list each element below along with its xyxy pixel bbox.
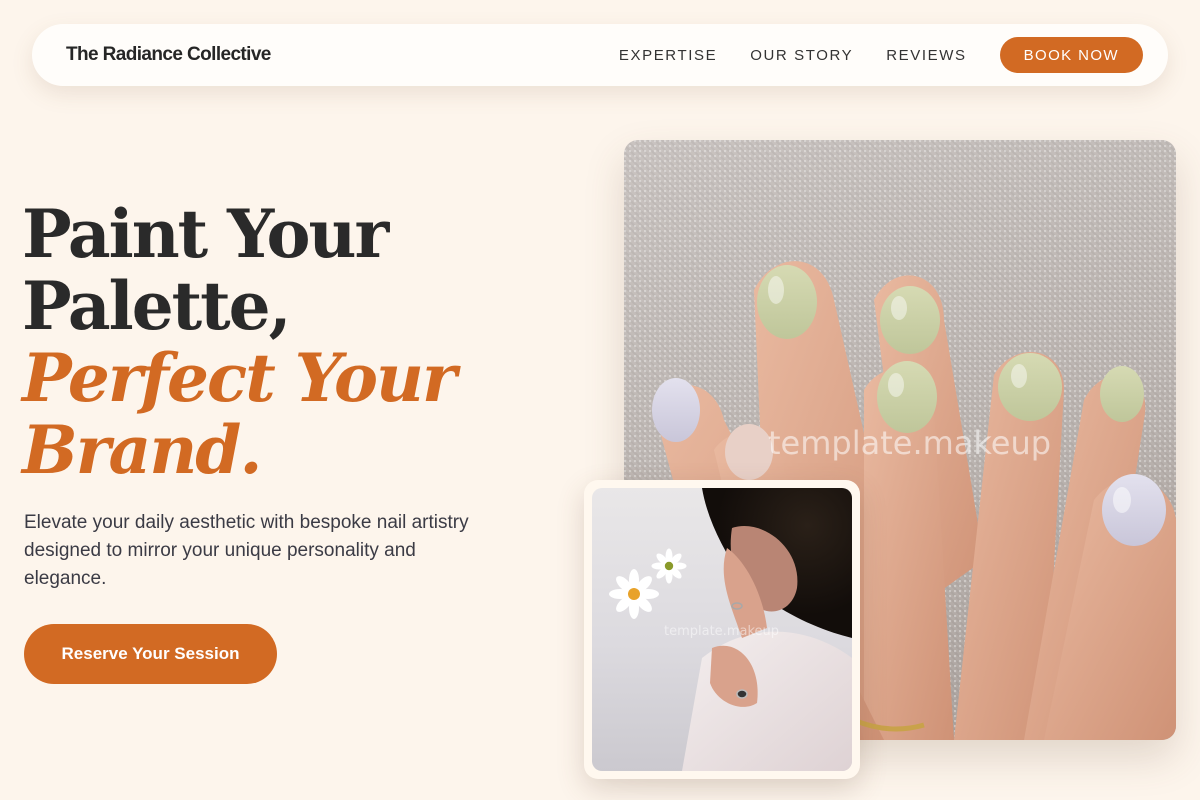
hero-title-line-2: Palette, — [22, 267, 292, 345]
hero-title-line-1: Paint Your — [22, 195, 389, 273]
nav-link-expertise[interactable]: EXPERTISE — [619, 47, 717, 64]
navbar: The Radiance Collective EXPERTISE OUR ST… — [32, 24, 1168, 86]
brand-logo[interactable]: The Radiance Collective — [66, 44, 271, 66]
nav-links: EXPERTISE OUR STORY REVIEWS BOOK NOW — [619, 37, 1143, 73]
hero-title-line-4: Brand. — [22, 411, 262, 489]
nav-link-our-story[interactable]: OUR STORY — [750, 47, 853, 64]
daisy-icon — [651, 548, 687, 584]
reserve-session-button[interactable]: Reserve Your Session — [24, 624, 277, 684]
nav-link-reviews[interactable]: REVIEWS — [886, 47, 966, 64]
book-now-button[interactable]: BOOK NOW — [999, 37, 1143, 73]
hero-subtitle: Elevate your daily aesthetic with bespok… — [24, 512, 469, 589]
hero-title-line-3: Perfect Your — [22, 339, 457, 417]
hero-title: Paint Your Palette, Perfect Your Brand. — [22, 195, 457, 489]
portrait-illustration — [609, 488, 852, 771]
daisy-icon — [609, 569, 659, 619]
inset-portrait-photo — [592, 488, 852, 771]
